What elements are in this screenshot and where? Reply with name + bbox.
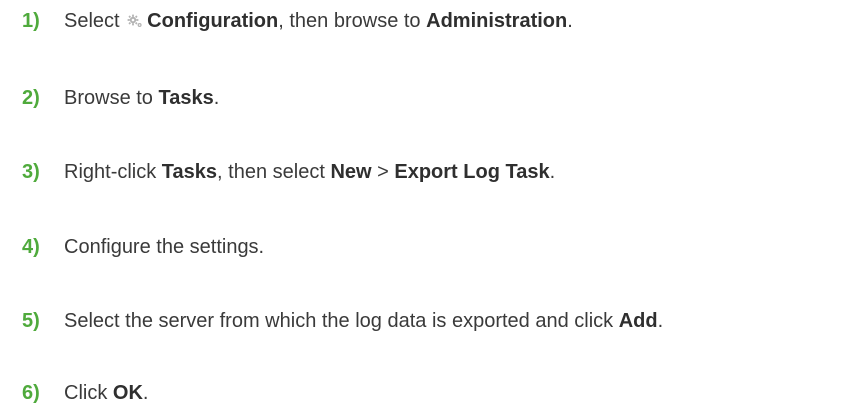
- ui-term-new: New: [330, 160, 372, 183]
- ui-term-ok: OK: [112, 381, 143, 404]
- step-text: Right-click Tasks, then select New > Exp…: [64, 161, 555, 184]
- step-number: 4): [22, 235, 40, 258]
- step-5: 5) Select the server from which the log …: [0, 306, 865, 336]
- text-segment: Select: [64, 9, 126, 32]
- step-number: 1): [22, 9, 40, 32]
- instruction-steps: 1) Select Configuration, then browse to …: [0, 0, 865, 411]
- step-4: 4) Configure the settings.: [0, 232, 865, 262]
- ui-term-tasks: Tasks: [158, 86, 214, 109]
- ui-term-export-log-task: Export Log Task: [394, 160, 550, 183]
- text-segment: Configure the settings.: [64, 235, 265, 258]
- text-segment: , then browse to: [278, 9, 427, 32]
- text-segment: , then select: [217, 160, 331, 183]
- step-number: 3): [22, 160, 40, 183]
- step-number: 5): [22, 309, 40, 332]
- text-segment: .: [213, 86, 220, 109]
- step-text: Configure the settings.: [64, 236, 264, 259]
- step-1: 1) Select Configuration, then browse to …: [0, 6, 865, 36]
- step-text: Click OK.: [64, 382, 148, 405]
- step-text: Select Configuration, then browse to Adm…: [64, 10, 573, 33]
- step-text: Select the server from which the log dat…: [64, 310, 663, 333]
- ui-term-configuration: Configuration: [147, 9, 279, 32]
- step-2: 2) Browse to Tasks.: [0, 83, 865, 113]
- step-number: 6): [22, 381, 40, 404]
- text-segment: .: [142, 381, 149, 404]
- step-text: Browse to Tasks.: [64, 87, 219, 110]
- text-segment: .: [567, 9, 573, 32]
- ui-term-tasks: Tasks: [161, 160, 218, 183]
- text-segment: Right-click: [64, 160, 162, 183]
- ui-term-add: Add: [618, 309, 658, 332]
- gear-icon: [127, 11, 143, 27]
- text-segment: Browse to: [64, 86, 159, 109]
- text-segment: .: [549, 160, 556, 183]
- text-segment: Select the server from which the log dat…: [64, 309, 619, 332]
- text-segment: >: [371, 160, 395, 183]
- text-segment: Click: [64, 381, 113, 404]
- step-3: 3) Right-click Tasks, then select New > …: [0, 157, 865, 187]
- step-number: 2): [22, 86, 40, 109]
- text-segment: .: [657, 309, 664, 332]
- step-6: 6) Click OK.: [0, 378, 865, 408]
- ui-term-administration: Administration: [426, 9, 568, 32]
